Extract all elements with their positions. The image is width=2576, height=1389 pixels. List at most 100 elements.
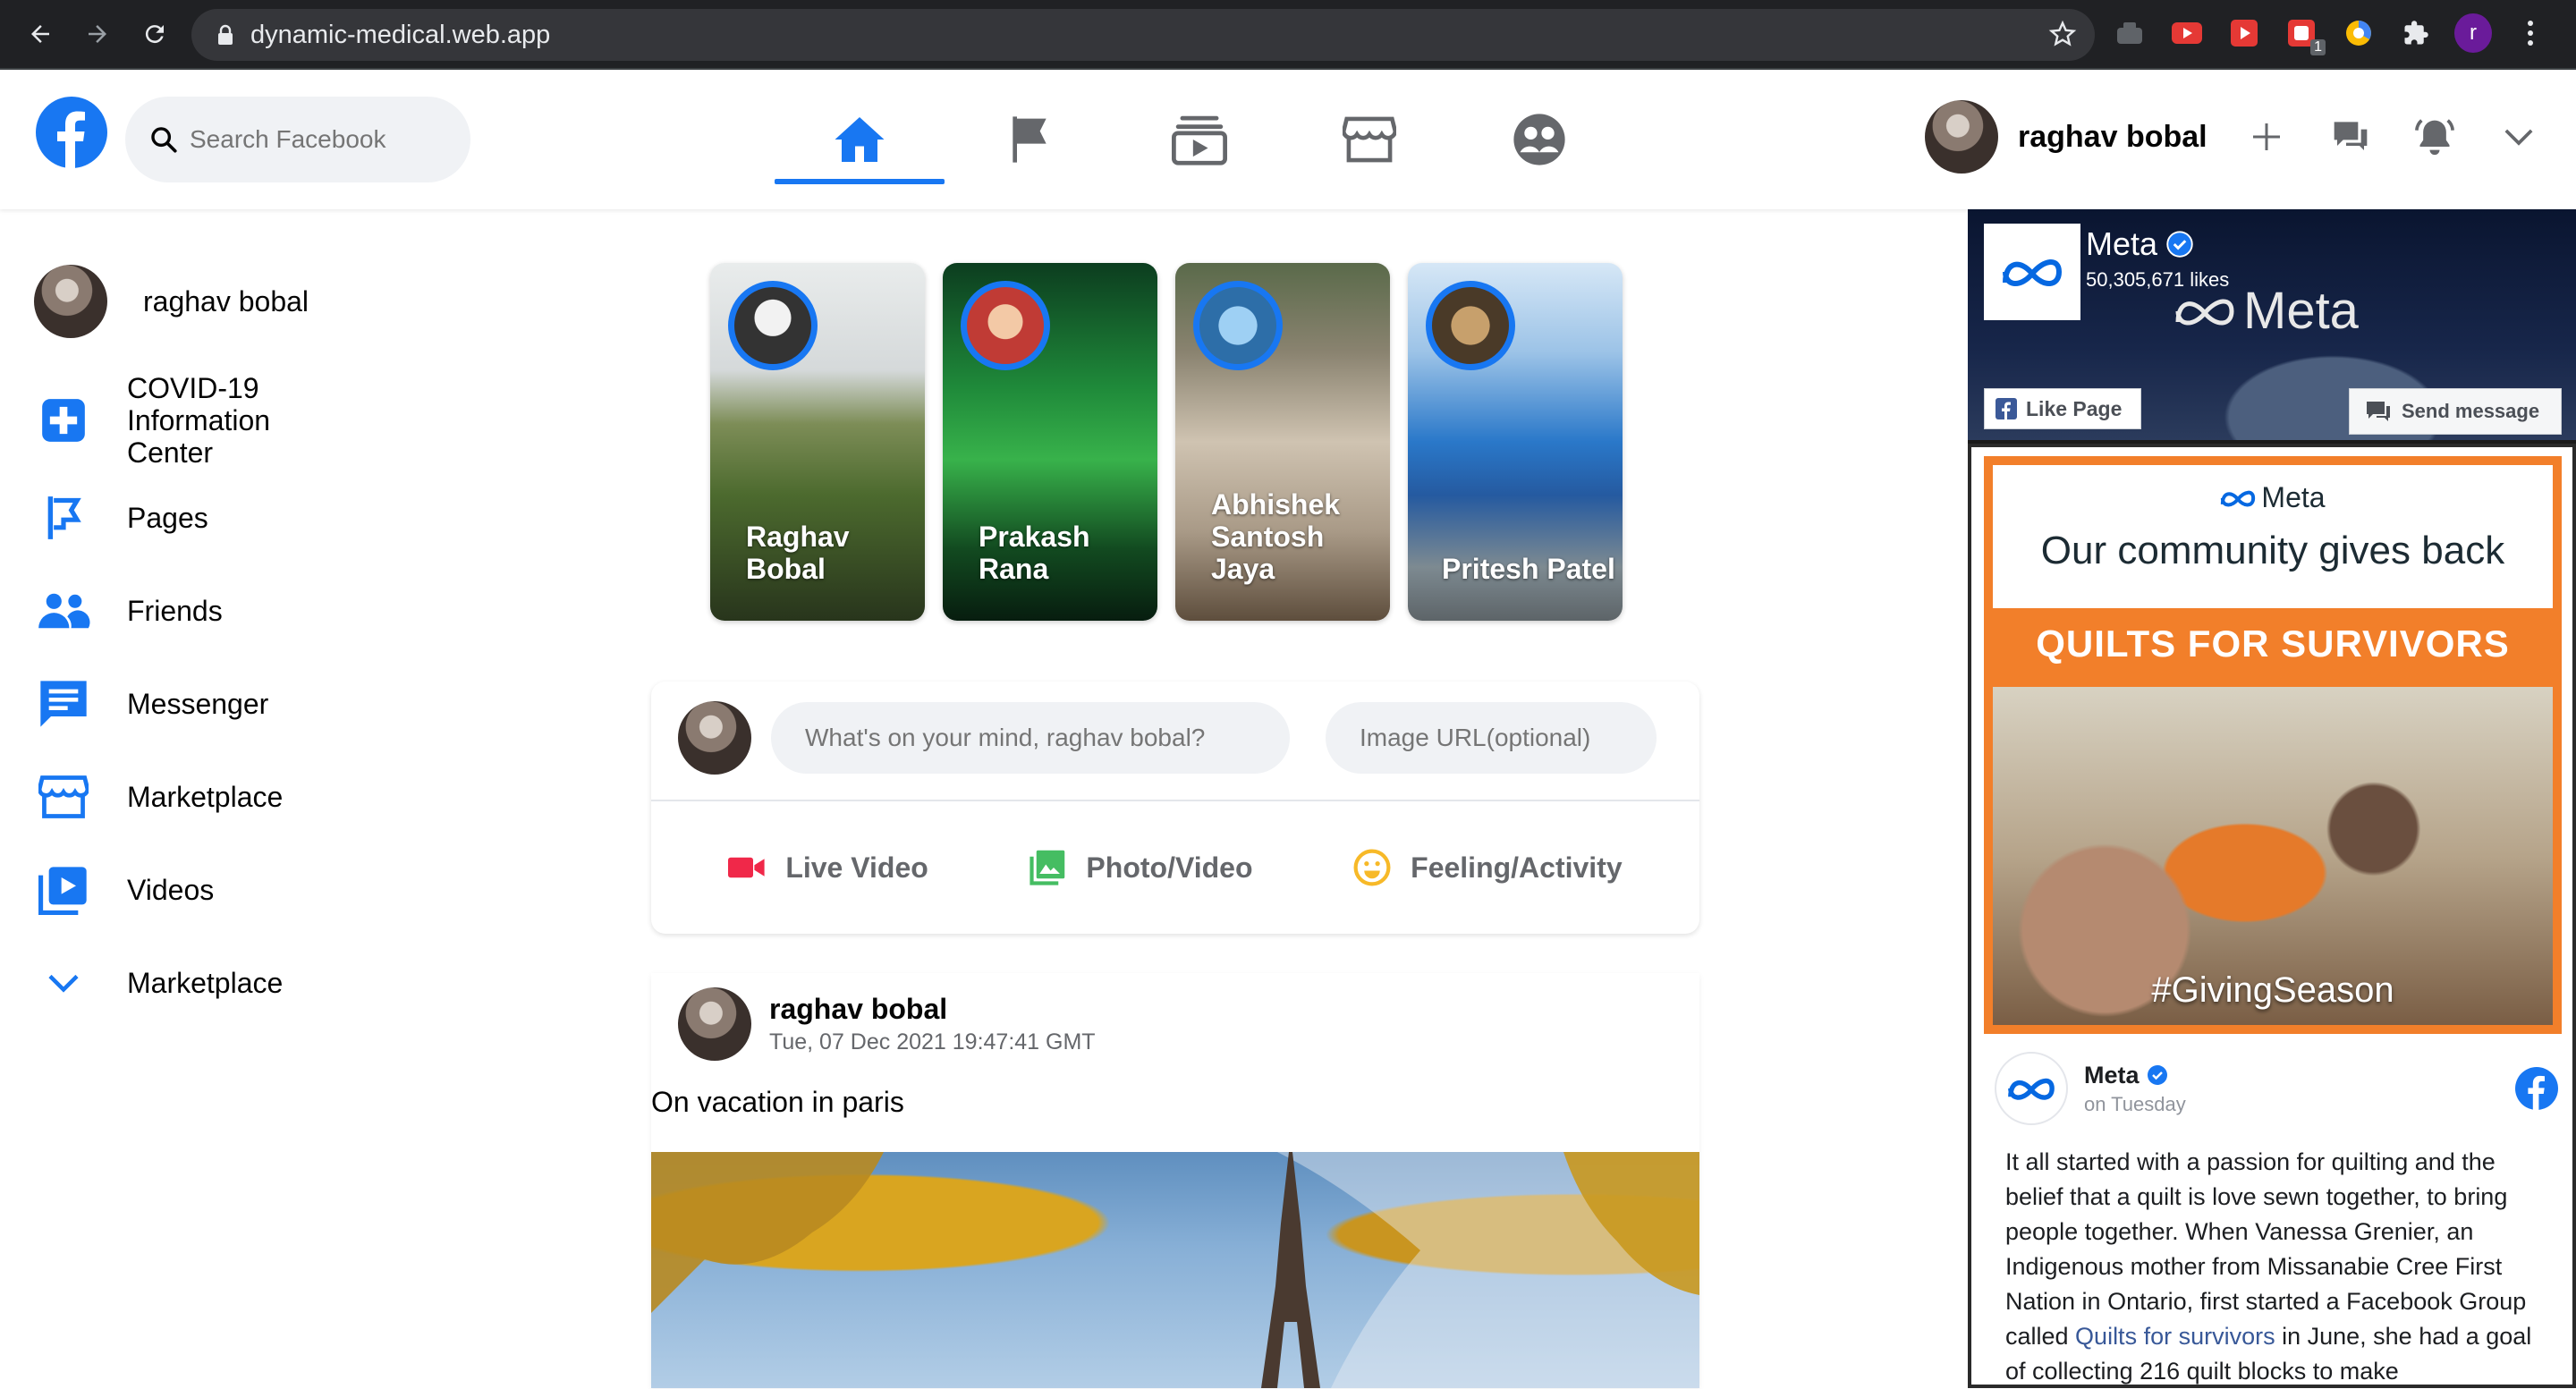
meta-post-body-part1: It all started with a passion for quilti… <box>2005 1148 2527 1350</box>
friends-icon <box>34 581 93 640</box>
tab-groups[interactable] <box>1454 70 1624 209</box>
create-plus-icon[interactable] <box>2238 108 2295 165</box>
extension-gray-icon[interactable] <box>2111 14 2148 52</box>
left-sidebar: raghav bobal COVID-19 Information Center… <box>34 265 392 1012</box>
post-composer: Live Video Photo/Video Feeling/Activity <box>651 682 1699 934</box>
address-bar[interactable]: dynamic-medical.web.app <box>191 9 2095 61</box>
post-text-input[interactable] <box>771 702 1290 774</box>
sidebar-item-label: Videos <box>127 874 215 906</box>
sidebar-item-profile[interactable]: raghav bobal <box>34 265 392 338</box>
profile-avatar[interactable]: r <box>2454 13 2492 53</box>
like-page-button[interactable]: Like Page <box>1984 388 2141 429</box>
forward-arrow-icon[interactable] <box>79 15 116 53</box>
photo-gallery-icon <box>1029 849 1086 886</box>
sidebar-item-messenger[interactable]: Messenger <box>34 674 392 733</box>
composer-avatar <box>678 701 751 775</box>
extension-player-icon[interactable] <box>2225 14 2263 52</box>
marketplace-icon <box>34 767 93 826</box>
store-icon <box>1343 114 1396 165</box>
story-card[interactable]: Prakash Rana <box>943 263 1157 621</box>
feeling-activity-button[interactable]: Feeling/Activity <box>1353 849 1623 886</box>
send-message-label: Send message <box>2402 400 2540 422</box>
meta-banner-logo-icon <box>2174 293 2236 329</box>
meta-author-logo-icon[interactable] <box>1995 1052 2068 1125</box>
verified-badge-icon <box>2166 231 2193 258</box>
groups-icon <box>1512 112 1567 167</box>
facebook-small-icon <box>1996 398 2017 419</box>
reload-icon[interactable] <box>136 15 174 53</box>
eiffel-tower-illustration <box>651 1152 1699 1388</box>
sidebar-user-name: raghav bobal <box>143 285 309 318</box>
tab-marketplace[interactable] <box>1284 70 1454 209</box>
stories-row: Raghav Bobal Prakash Rana Abhishek Santo… <box>710 263 1623 621</box>
sidebar-item-label: COVID-19 Information Center <box>127 372 271 469</box>
like-page-label: Like Page <box>2026 396 2123 420</box>
back-arrow-icon[interactable] <box>21 15 59 53</box>
post-timestamp: Tue, 07 Dec 2021 19:47:41 GMT <box>769 1029 1096 1054</box>
sidebar-item-pages[interactable]: Pages <box>34 488 392 547</box>
meta-post-author-text: Meta <box>2084 1061 2140 1088</box>
browser-toolbar: dynamic-medical.web.app 1 r <box>0 0 2576 70</box>
post-author-avatar[interactable] <box>678 987 751 1061</box>
facebook-logo-icon[interactable] <box>36 97 107 168</box>
story-card[interactable]: Pritesh Patel <box>1408 263 1623 621</box>
post-image <box>651 1152 1699 1388</box>
messenger-chat-icon[interactable] <box>2322 108 2379 165</box>
extension-youtube-icon[interactable] <box>2168 14 2206 52</box>
extensions-puzzle-icon[interactable] <box>2397 14 2435 52</box>
chevron-down-icon <box>34 953 93 1012</box>
meta-post-card: Meta Our community gives back QUILTS FOR… <box>1968 444 2576 1388</box>
messenger-icon <box>34 674 93 733</box>
tab-home[interactable] <box>775 70 945 209</box>
post-author-name[interactable]: raghav bobal <box>769 993 1096 1026</box>
browser-menu-icon[interactable] <box>2512 14 2549 52</box>
tab-watch[interactable] <box>1114 70 1284 209</box>
search-icon <box>148 124 179 155</box>
sidebar-item-friends[interactable]: Friends <box>34 581 392 640</box>
meta-page-name[interactable]: Meta <box>2086 225 2193 263</box>
story-card[interactable]: Abhishek Santosh Jaya <box>1175 263 1390 621</box>
meta-post-body: It all started with a passion for quilti… <box>2005 1145 2551 1389</box>
promo-subheadline: QUILTS FOR SURVIVORS <box>2036 623 2510 665</box>
post-text: On vacation in paris <box>651 1086 904 1118</box>
facebook-round-icon[interactable] <box>2515 1067 2558 1110</box>
sidebar-item-more[interactable]: Marketplace <box>34 953 392 1012</box>
story-name: Pritesh Patel <box>1442 553 1615 585</box>
meta-banner-text: Meta <box>2243 282 2359 340</box>
meta-post-author[interactable]: Meta <box>2084 1062 2186 1089</box>
photo-video-button[interactable]: Photo/Video <box>1029 849 1253 886</box>
extension-color-icon[interactable] <box>2340 14 2377 52</box>
home-icon <box>833 114 886 165</box>
tab-pages[interactable] <box>945 70 1114 209</box>
meta-logo-icon[interactable] <box>1984 224 2080 320</box>
extension-badge-count: 1 <box>2310 39 2326 55</box>
live-video-button[interactable]: Live Video <box>728 851 928 885</box>
bookmark-star-icon[interactable] <box>2048 20 2077 48</box>
sidebar-item-marketplace[interactable]: Marketplace <box>34 767 392 826</box>
promo-hashtag: #GivingSeason <box>2151 970 2394 1010</box>
promo-photo: #GivingSeason <box>1993 687 2553 1025</box>
header-user-name[interactable]: raghav bobal <box>2018 120 2207 155</box>
meta-banner-wordmark: Meta <box>2174 281 2359 341</box>
story-name: Prakash Rana <box>979 521 1090 585</box>
pages-flag-icon <box>34 488 93 547</box>
notifications-bell-icon[interactable] <box>2406 108 2463 165</box>
quilts-link[interactable]: Quilts for survivors <box>2075 1323 2275 1350</box>
extension-badge-icon[interactable]: 1 <box>2283 14 2326 55</box>
story-card[interactable]: Raghav Bobal <box>710 263 925 621</box>
photo-video-label: Photo/Video <box>1086 851 1253 884</box>
sidebar-item-covid[interactable]: COVID-19 Information Center <box>34 372 392 469</box>
search-box[interactable] <box>125 97 470 182</box>
video-camera-icon <box>728 855 785 880</box>
profile-initial: r <box>2454 13 2492 53</box>
facebook-header: raghav bobal <box>0 70 2576 209</box>
account-chevron-down-icon[interactable] <box>2490 108 2547 165</box>
meta-post-time[interactable]: on Tuesday <box>2084 1093 2186 1116</box>
sidebar-item-videos[interactable]: Videos <box>34 860 392 919</box>
promo-image[interactable]: Meta Our community gives back QUILTS FOR… <box>1984 456 2562 1034</box>
promo-meta-logo-icon <box>2220 487 2256 509</box>
header-avatar[interactable] <box>1925 100 1998 174</box>
search-input[interactable] <box>190 125 422 154</box>
send-message-button[interactable]: Send message <box>2349 388 2562 435</box>
image-url-input[interactable] <box>1326 702 1657 774</box>
